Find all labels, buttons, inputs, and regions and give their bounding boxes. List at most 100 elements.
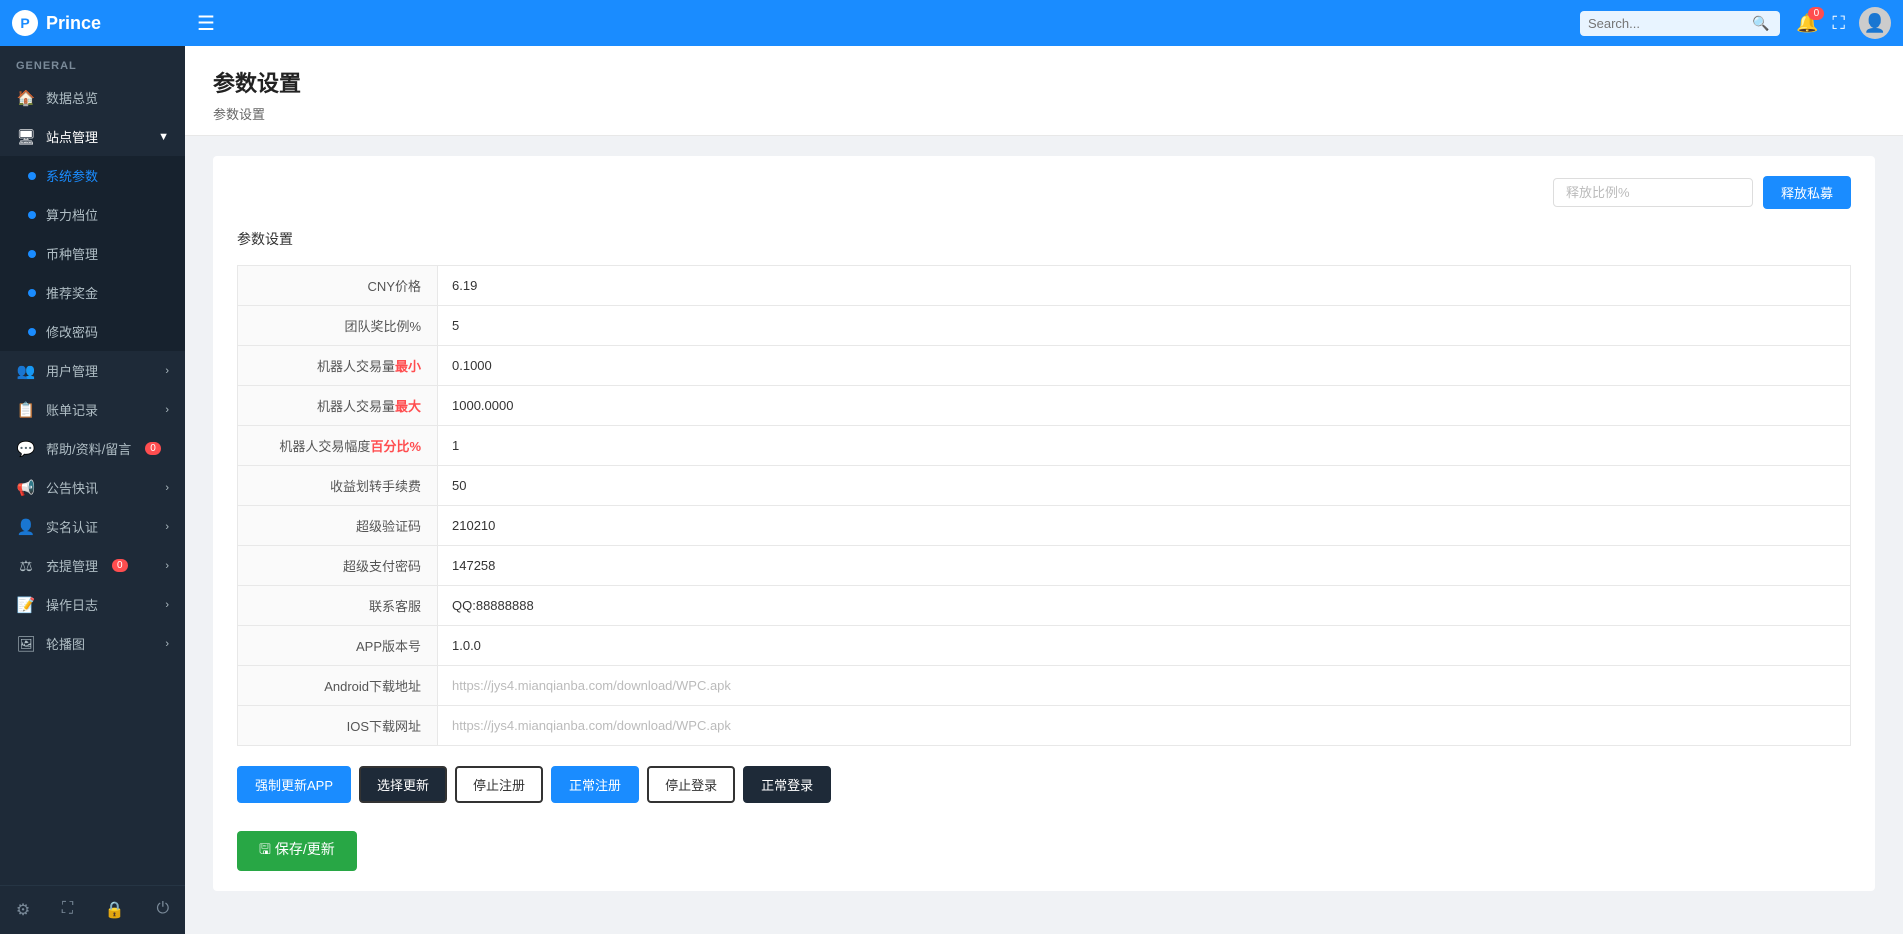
input-ios-url [438,708,1850,743]
sidebar-item-realname[interactable]: 👤 实名认证 › [0,507,185,546]
sidebar-item-currency[interactable]: 币种管理 [0,234,185,273]
input-android-url [438,668,1850,703]
form-row-android-url: Android下载地址 [237,665,1851,705]
top-navigation: P Prince ☰ 🔍 🔔 0 ⛶ 👤 [0,0,1903,46]
breadcrumb: 参数设置 [213,104,1875,123]
sidebar-label-currency: 币种管理 [46,244,98,263]
form-row-customer: 联系客服 [237,585,1851,625]
action-buttons: 强制更新APP 选择更新 停止注册 正常注册 停止登录 正常登录 [237,766,1851,803]
arrow-right-icon: › [165,521,169,533]
sidebar-label-oplog: 操作日志 [46,595,98,614]
sidebar-item-usermgr[interactable]: 👥 用户管理 › [0,351,185,390]
notification-bell[interactable]: 🔔 0 [1796,13,1818,34]
main-card: 释放私募 参数设置 CNY价格 团队奖比例% [213,156,1875,891]
sidebar-item-changepwd[interactable]: 修改密码 [0,312,185,351]
android-url-input[interactable] [438,668,1850,703]
notification-badge: 0 [1808,7,1824,20]
input-appversion [438,628,1850,663]
label-robot-min: 机器人交易量最小 [238,346,438,385]
logo-icon: P [12,10,38,36]
sidebar-item-referral[interactable]: 推荐奖金 [0,273,185,312]
settings-icon[interactable]: ⚙ [12,896,34,924]
customer-service-input[interactable] [438,588,1850,623]
form-row-cny: CNY价格 [237,265,1851,305]
stop-login-button[interactable]: 停止登录 [647,766,735,803]
sidebar-item-station[interactable]: 🖥 站点管理 ▼ [0,117,185,156]
label-super-verify: 超级验证码 [238,506,438,545]
sidebar-item-billrecord[interactable]: 📋 账单记录 › [0,390,185,429]
hamburger-button[interactable]: ☰ [197,11,215,36]
team-reward-input[interactable] [438,308,1850,343]
sidebar-item-announcement[interactable]: 📢 公告快讯 › [0,468,185,507]
robot-max-input[interactable] [438,388,1850,423]
super-verify-input[interactable] [438,508,1850,543]
robot-min-input[interactable] [438,348,1850,383]
force-update-button[interactable]: 强制更新APP [237,766,351,803]
bill-icon: 📋 [16,401,36,419]
nav-icons: 🔔 0 ⛶ 👤 [1796,7,1891,39]
sidebar-item-banner[interactable]: 🖼 轮播图 › [0,624,185,663]
sidebar-label-announcement: 公告快讯 [46,478,98,497]
search-icon: 🔍 [1752,15,1769,32]
input-super-verify [438,508,1850,543]
sidebar-label-help: 帮助/资料/留言 [46,439,131,458]
sidebar-item-compute[interactable]: 算力档位 [0,195,185,234]
sidebar-label-recharge: 充提管理 [46,556,98,575]
input-withdraw [438,468,1850,503]
label-withdraw: 收益划转手续费 [238,466,438,505]
sidebar-label-station: 站点管理 [46,127,98,146]
dot-icon [28,172,36,180]
release-private-button[interactable]: 释放私募 [1763,176,1851,209]
app-version-input[interactable] [438,628,1850,663]
banner-icon: 🖼 [16,635,36,653]
super-pay-input[interactable] [438,548,1850,583]
sidebar-label-billrecord: 账单记录 [46,400,98,419]
help-icon: 💬 [16,440,36,458]
stop-register-button[interactable]: 停止注册 [455,766,543,803]
label-appversion: APP版本号 [238,626,438,665]
search-box: 🔍 [1580,11,1780,36]
expand-sidebar-icon[interactable]: ⛶ [58,896,77,924]
app-logo: P Prince [12,10,197,36]
recharge-badge: 0 [112,559,128,572]
withdraw-fee-input[interactable] [438,468,1850,503]
sidebar-item-help[interactable]: 💬 帮助/资料/留言 0 [0,429,185,468]
sidebar-item-sysparams[interactable]: 系统参数 [0,156,185,195]
sidebar-label-referral: 推荐奖金 [46,283,98,302]
sidebar-item-dashboard[interactable]: 🏠 数据总览 [0,78,185,117]
form-row-robot-max: 机器人交易量最大 [237,385,1851,425]
form-row-super-pay: 超级支付密码 [237,545,1851,585]
save-update-button[interactable]: 🖫 保存/更新 [237,831,357,871]
power-icon[interactable]: ⏻ [152,896,173,924]
params-form: CNY价格 团队奖比例% 机器人交易量最小 [237,265,1851,746]
label-super-pay: 超级支付密码 [238,546,438,585]
announcement-icon: 📢 [16,479,36,497]
input-team [438,308,1850,343]
app-name: Prince [46,13,101,34]
avatar[interactable]: 👤 [1859,7,1891,39]
sidebar-label-usermgr: 用户管理 [46,361,98,380]
sidebar-item-oplog[interactable]: 📝 操作日志 › [0,585,185,624]
ios-url-input[interactable] [438,708,1850,743]
label-cny: CNY价格 [238,266,438,305]
cny-price-input[interactable] [438,268,1850,303]
form-row-team: 团队奖比例% [237,305,1851,345]
dot-icon [28,250,36,258]
input-customer [438,588,1850,623]
normal-login-button[interactable]: 正常登录 [743,766,831,803]
params-section-title: 参数设置 [237,229,1851,249]
search-input[interactable] [1588,16,1748,31]
form-row-appversion: APP版本号 [237,625,1851,665]
page-title: 参数设置 [213,66,1875,98]
arrow-right-icon: › [165,482,169,494]
expand-icon[interactable]: ⛶ [1832,13,1845,34]
sidebar-label-changepwd: 修改密码 [46,322,98,341]
sidebar-label-realname: 实名认证 [46,517,98,536]
release-ratio-input[interactable] [1553,178,1753,207]
robot-range-input[interactable] [438,428,1850,463]
main-content: 参数设置 参数设置 释放私募 参数设置 CNY价格 [185,46,1903,934]
choose-update-button[interactable]: 选择更新 [359,766,447,803]
lock-icon[interactable]: 🔒 [101,896,129,924]
sidebar-item-recharge[interactable]: ⚖ 充提管理 0 › [0,546,185,585]
normal-register-button[interactable]: 正常注册 [551,766,639,803]
